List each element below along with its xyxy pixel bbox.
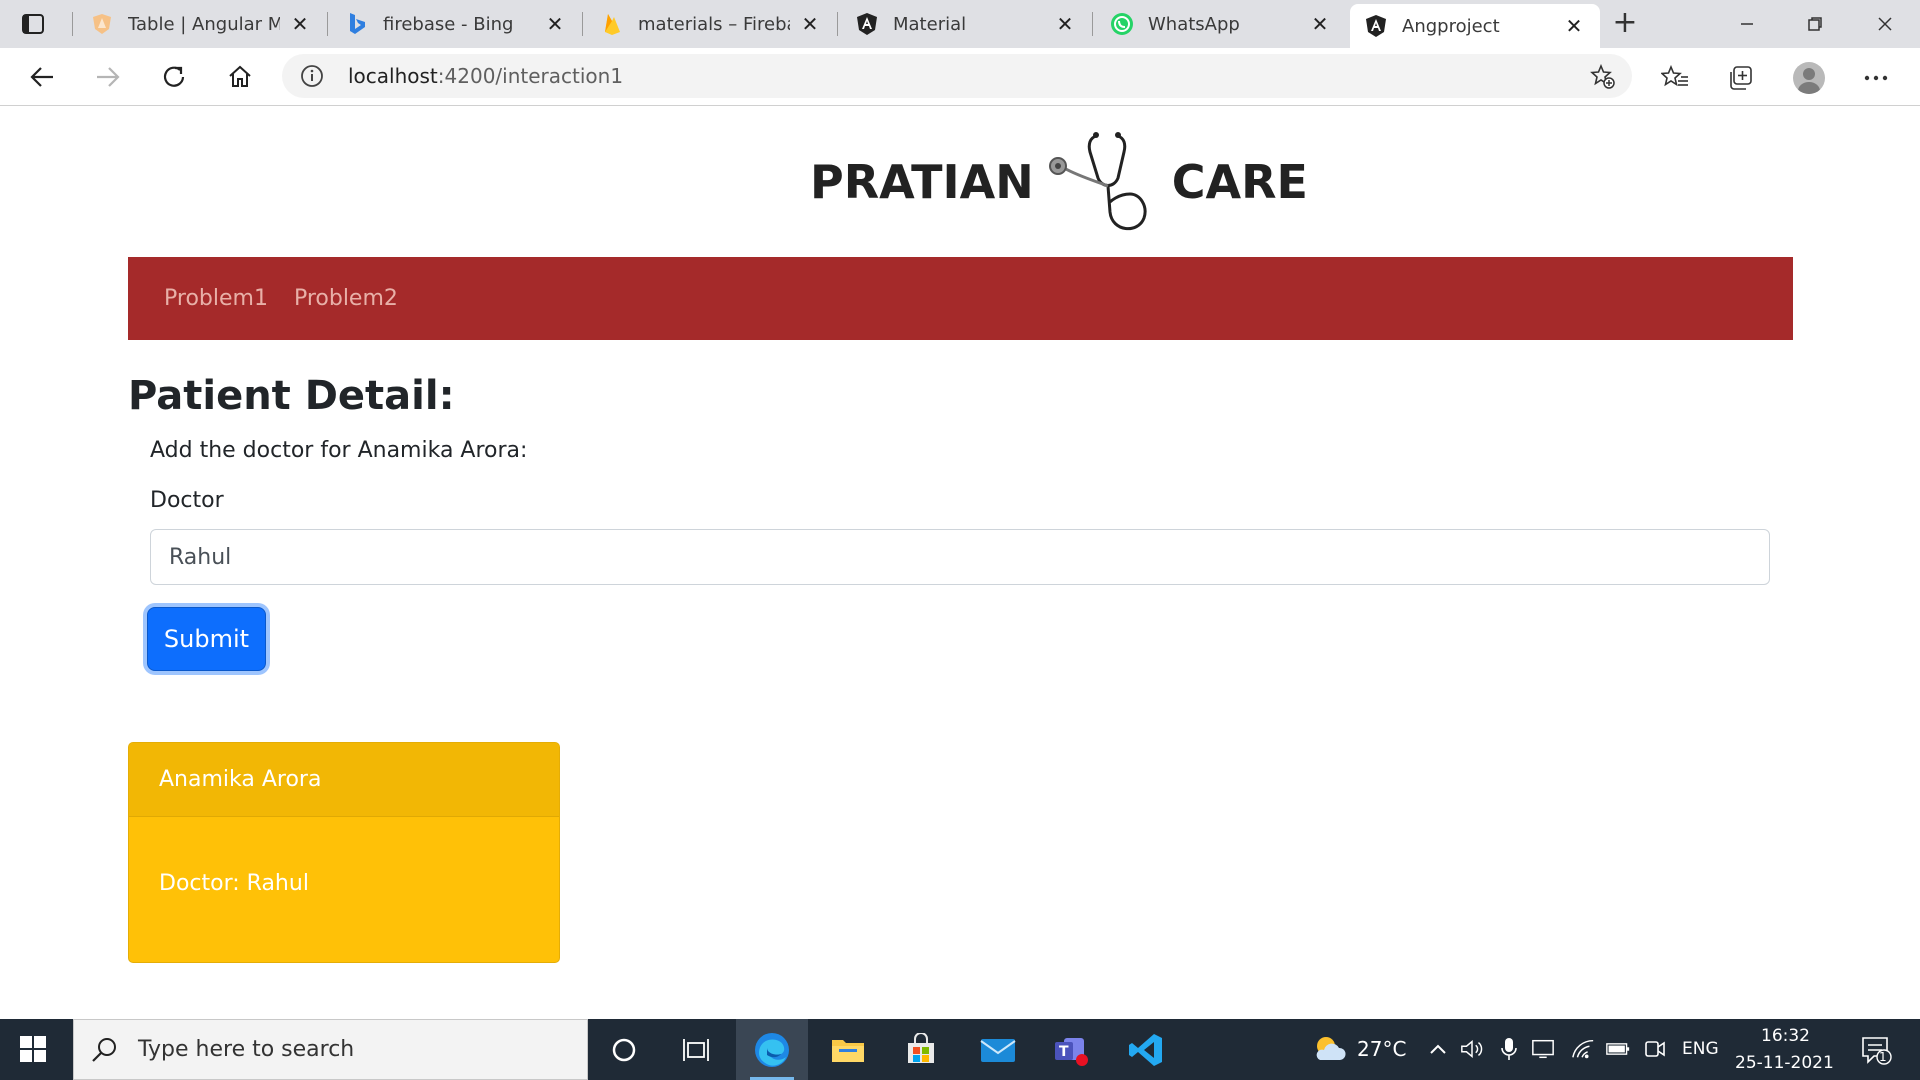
notification-count: 1 [1879,1050,1887,1064]
file-explorer-icon[interactable] [812,1019,884,1080]
doctor-label: Doctor [150,488,224,513]
page-content: PRATIAN CARE Problem1 Problem2 Patient D… [0,106,1920,1019]
tab-title: Material [893,13,967,35]
windows-taskbar: Type here to search T 27°C ENG 16:32 25-… [0,1019,1920,1080]
browser-tab-bar: Table | Angular Mat ✕ firebase - Bing ✕ … [0,0,1920,48]
main-navbar: Problem1 Problem2 [128,257,1793,340]
close-tab-icon[interactable]: ✕ [288,12,312,36]
minimize-button[interactable] [1722,6,1772,42]
taskbar-search-box[interactable]: Type here to search [73,1019,588,1080]
search-icon [90,1036,118,1064]
windows-start-icon[interactable] [20,1036,46,1062]
refresh-button[interactable] [154,57,194,97]
address-bar: localhost:4200/interaction1 [0,48,1920,106]
whatsapp-icon [1110,12,1134,36]
patient-card-body: Doctor: Rahul [159,871,309,896]
page-title: Patient Detail: [128,373,455,419]
clock-time[interactable]: 16:32 [1761,1026,1810,1046]
tab-actions-icon[interactable] [18,11,48,37]
doctor-input[interactable]: Rahul [150,529,1770,585]
vscode-icon[interactable] [1110,1019,1182,1080]
battery-icon[interactable] [1606,1037,1630,1061]
teams-icon[interactable]: T [1036,1019,1108,1080]
tab-title: firebase - Bing [383,13,514,35]
svg-text:T: T [1059,1044,1069,1060]
profile-avatar[interactable] [1791,60,1827,96]
close-tab-icon[interactable]: ✕ [1562,14,1586,38]
microsoft-store-icon[interactable] [885,1019,957,1080]
tab-firebase-bing[interactable]: firebase - Bing ✕ [331,0,581,48]
tab-title: Angproject [1402,15,1500,37]
patient-card: Anamika Arora Doctor: Rahul [128,742,560,963]
favorites-icon[interactable] [1657,60,1693,96]
cortana-icon[interactable] [588,1019,660,1080]
close-tab-icon[interactable]: ✕ [543,12,567,36]
brand-left-text: PRATIAN [810,155,1034,209]
meet-now-icon[interactable] [1643,1037,1667,1061]
patient-card-header: Anamika Arora [129,743,559,817]
angular-icon [1364,14,1388,38]
close-tab-icon[interactable]: ✕ [798,12,822,36]
stethoscope-icon [1048,132,1147,230]
search-placeholder: Type here to search [138,1037,355,1062]
tab-title: materials – Firebase [638,13,790,35]
restore-button[interactable] [1790,6,1840,42]
edge-browser-icon[interactable] [736,1019,808,1080]
microphone-icon[interactable] [1497,1037,1521,1061]
angular-icon [855,12,879,36]
collections-icon[interactable] [1722,60,1758,96]
input-language[interactable]: ENG [1682,1039,1719,1059]
nav-link-problem1[interactable]: Problem1 [164,286,268,311]
forward-button[interactable] [88,57,128,97]
add-doctor-prompt: Add the doctor for Anamika Arora: [150,438,528,463]
close-window-button[interactable] [1860,6,1910,42]
display-icon[interactable] [1531,1037,1555,1061]
task-view-icon[interactable] [660,1019,732,1080]
site-info-icon[interactable] [300,64,324,88]
submit-button[interactable]: Submit [147,607,266,671]
weather-icon[interactable] [1312,1032,1346,1066]
close-tab-icon[interactable]: ✕ [1053,12,1077,36]
chevron-up-icon[interactable] [1426,1037,1450,1061]
volume-icon[interactable] [1460,1037,1484,1061]
tab-title: Table | Angular Mat [128,13,280,35]
tab-title: WhatsApp [1148,13,1240,35]
tab-whatsapp[interactable]: WhatsApp ✕ [1096,0,1346,48]
nav-link-problem2[interactable]: Problem2 [294,286,398,311]
url-field[interactable]: localhost:4200/interaction1 [282,54,1632,98]
notifications-icon[interactable] [1860,1035,1894,1065]
new-tab-button[interactable]: + [1611,8,1639,38]
bing-icon [345,12,369,36]
tab-angproject[interactable]: Angproject ✕ [1350,4,1600,48]
tab-table-angular-material[interactable]: Table | Angular Mat ✕ [76,0,326,48]
tab-materials-firebase[interactable]: materials – Firebase ✕ [586,0,836,48]
home-button[interactable] [220,57,260,97]
brand-logo: PRATIAN CARE [810,122,1308,242]
weather-temperature: 27°C [1357,1037,1407,1061]
clock-date[interactable]: 25-11-2021 [1735,1053,1834,1073]
mail-icon[interactable] [962,1019,1034,1080]
wifi-icon[interactable] [1571,1037,1595,1061]
brand-right-text: CARE [1171,155,1308,209]
firebase-icon [600,12,624,36]
more-options-icon[interactable] [1858,60,1894,96]
angular-material-shield-icon [90,12,114,36]
back-button[interactable] [22,57,62,97]
tab-material[interactable]: Material ✕ [841,0,1091,48]
url-text: localhost:4200/interaction1 [348,64,624,88]
add-favorite-icon[interactable] [1590,63,1616,90]
close-tab-icon[interactable]: ✕ [1308,12,1332,36]
